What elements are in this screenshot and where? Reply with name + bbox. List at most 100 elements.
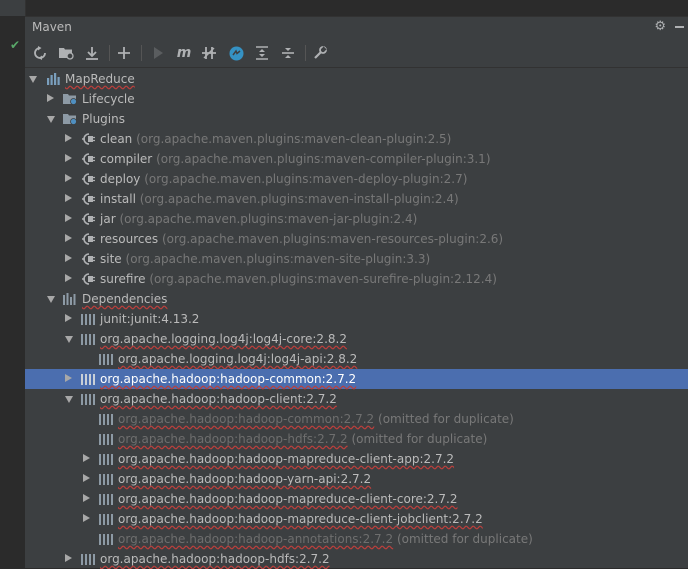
dependencies-label: Dependencies (82, 292, 168, 306)
dependency-label: org.apache.hadoop:hadoop-client:2.7.2 (100, 392, 337, 406)
lifecycle-label: Lifecycle (82, 92, 135, 106)
library-icon (98, 412, 114, 426)
collapse-arrow-icon[interactable] (47, 94, 54, 102)
dependency-label: org.apache.hadoop:hadoop-annotations:2.7… (118, 532, 394, 546)
collapse-arrow-icon[interactable] (65, 214, 72, 222)
dependency-item[interactable]: org.apache.hadoop:hadoop-mapreduce-clien… (25, 489, 688, 509)
dependency-label: org.apache.hadoop:hadoop-hdfs:2.7.2 (118, 432, 348, 446)
tree-node-project[interactable]: MapReduce (25, 69, 688, 89)
run-icon[interactable] (149, 44, 167, 62)
hide-panel-icon[interactable] (675, 26, 684, 28)
plugin-item[interactable]: surefire (org.apache.maven.plugins:maven… (25, 269, 688, 289)
dependency-label: org.apache.hadoop:hadoop-mapreduce-clien… (118, 452, 455, 466)
collapse-arrow-icon[interactable] (65, 554, 72, 562)
plugins-folder-icon (62, 112, 78, 126)
expand-arrow-icon[interactable] (65, 336, 73, 343)
plugin-icon (80, 172, 96, 186)
dependency-label: org.apache.hadoop:hadoop-mapreduce-clien… (118, 492, 458, 506)
dependency-item-omitted[interactable]: org.apache.hadoop:hadoop-common:2.7.2 (o… (25, 409, 688, 429)
collapse-arrow-icon[interactable] (65, 194, 72, 202)
lifecycle-folder-icon (62, 92, 78, 106)
collapse-arrow-icon[interactable] (65, 234, 72, 242)
dependency-item-omitted[interactable]: org.apache.hadoop:hadoop-hdfs:2.7.2 (omi… (25, 429, 688, 449)
dependency-item[interactable]: org.apache.hadoop:hadoop-yarn-api:2.7.2 (25, 469, 688, 489)
library-icon (80, 332, 96, 346)
collapse-arrow-icon[interactable] (65, 154, 72, 162)
plugin-item[interactable]: clean (org.apache.maven.plugins:maven-cl… (25, 129, 688, 149)
plugin-item[interactable]: site (org.apache.maven.plugins:maven-sit… (25, 249, 688, 269)
dependency-item[interactable]: org.apache.hadoop:hadoop-mapreduce-clien… (25, 509, 688, 529)
plugin-name: deploy (100, 172, 141, 186)
m-icon[interactable]: m (175, 44, 193, 62)
project-name: MapReduce (65, 72, 135, 86)
library-icon (98, 452, 114, 466)
plugin-icon (80, 272, 96, 286)
library-icon (98, 532, 114, 546)
maven-panel-header: Maven ⚙ (25, 16, 688, 39)
skip-tests-icon[interactable] (200, 44, 218, 62)
tree-node-plugins[interactable]: Plugins (25, 109, 688, 129)
dependency-item-omitted[interactable]: org.apache.hadoop:hadoop-annotations:2.7… (25, 529, 688, 549)
library-icon (98, 512, 114, 526)
collapse-arrow-icon[interactable] (65, 314, 72, 322)
collapse-arrow-icon[interactable] (83, 494, 90, 502)
plugin-icon (80, 252, 96, 266)
plugin-detail: (org.apache.maven.plugins:maven-compiler… (156, 152, 491, 166)
dependency-item[interactable]: org.apache.hadoop:hadoop-hdfs:2.7.2 (25, 549, 688, 569)
library-icon (80, 552, 96, 566)
maven-project-icon (46, 72, 62, 86)
plugin-detail: (org.apache.maven.plugins:maven-site-plu… (125, 252, 431, 266)
dependency-label: junit:junit:4.13.2 (100, 312, 200, 326)
expand-arrow-icon[interactable] (29, 76, 37, 83)
dependency-label: org.apache.logging.log4j:log4j-core:2.8.… (100, 332, 347, 346)
dependency-item[interactable]: org.apache.hadoop:hadoop-mapreduce-clien… (25, 449, 688, 469)
expand-arrow-icon[interactable] (65, 396, 73, 403)
omitted-note: (omitted for duplicate) (378, 412, 514, 426)
add-icon[interactable] (115, 44, 133, 62)
omitted-note: (omitted for duplicate) (351, 432, 488, 446)
offline-icon[interactable] (227, 44, 245, 62)
plugin-item[interactable]: deploy (org.apache.maven.plugins:maven-d… (25, 169, 688, 189)
dependency-item[interactable]: org.apache.logging.log4j:log4j-core:2.8.… (25, 329, 688, 349)
download-icon[interactable] (83, 44, 101, 62)
reimport-icon[interactable] (31, 44, 49, 62)
tree-node-dependencies[interactable]: Dependencies (25, 289, 688, 309)
expand-arrow-icon[interactable] (47, 116, 55, 123)
library-icon (98, 472, 114, 486)
gear-icon[interactable]: ⚙ (654, 19, 666, 34)
dependency-item-selected[interactable]: org.apache.hadoop:hadoop-common:2.7.2 (25, 369, 688, 389)
plugin-item[interactable]: install (org.apache.maven.plugins:maven-… (25, 189, 688, 209)
wrench-icon[interactable] (311, 44, 329, 62)
collapse-arrow-icon[interactable] (65, 174, 72, 182)
plugin-name: install (100, 192, 136, 206)
dependency-item[interactable]: org.apache.logging.log4j:log4j-api:2.8.2 (25, 349, 688, 369)
panel-title: Maven (32, 20, 72, 34)
collapse-arrow-icon[interactable] (65, 274, 72, 282)
plugin-name: clean (100, 132, 133, 146)
expand-arrow-icon[interactable] (47, 296, 55, 303)
tree-node-lifecycle[interactable]: Lifecycle (25, 89, 688, 109)
collapse-arrow-icon[interactable] (83, 474, 90, 482)
dependency-item[interactable]: junit:junit:4.13.2 (25, 309, 688, 329)
collapse-arrow-icon[interactable] (65, 254, 72, 262)
collapse-arrow-icon[interactable] (65, 374, 72, 382)
collapse-arrow-icon[interactable] (83, 514, 90, 522)
generate-sources-icon[interactable] (57, 44, 75, 62)
editor-gutter: ✔ (0, 0, 26, 568)
dependency-item[interactable]: org.apache.hadoop:hadoop-client:2.7.2 (25, 389, 688, 409)
collapse-arrow-icon[interactable] (65, 134, 72, 142)
plugin-detail: (org.apache.maven.plugins:maven-deploy-p… (144, 172, 468, 186)
dependency-label: org.apache.hadoop:hadoop-common:2.7.2 (118, 412, 375, 426)
collapse-arrow-icon[interactable] (83, 454, 90, 462)
expand-all-icon[interactable] (253, 44, 271, 62)
checkmark-icon: ✔ (10, 38, 21, 52)
plugin-item[interactable]: compiler (org.apache.maven.plugins:maven… (25, 149, 688, 169)
collapse-all-icon[interactable] (279, 44, 297, 62)
plugin-item[interactable]: jar (org.apache.maven.plugins:maven-jar-… (25, 209, 688, 229)
omitted-note: (omitted for duplicate) (396, 532, 533, 546)
library-icon (80, 392, 96, 406)
plugin-detail: (org.apache.maven.plugins:maven-jar-plug… (119, 212, 418, 226)
plugin-name: jar (100, 212, 116, 226)
plugin-item[interactable]: resources (org.apache.maven.plugins:mave… (25, 229, 688, 249)
plugin-icon (80, 132, 96, 146)
